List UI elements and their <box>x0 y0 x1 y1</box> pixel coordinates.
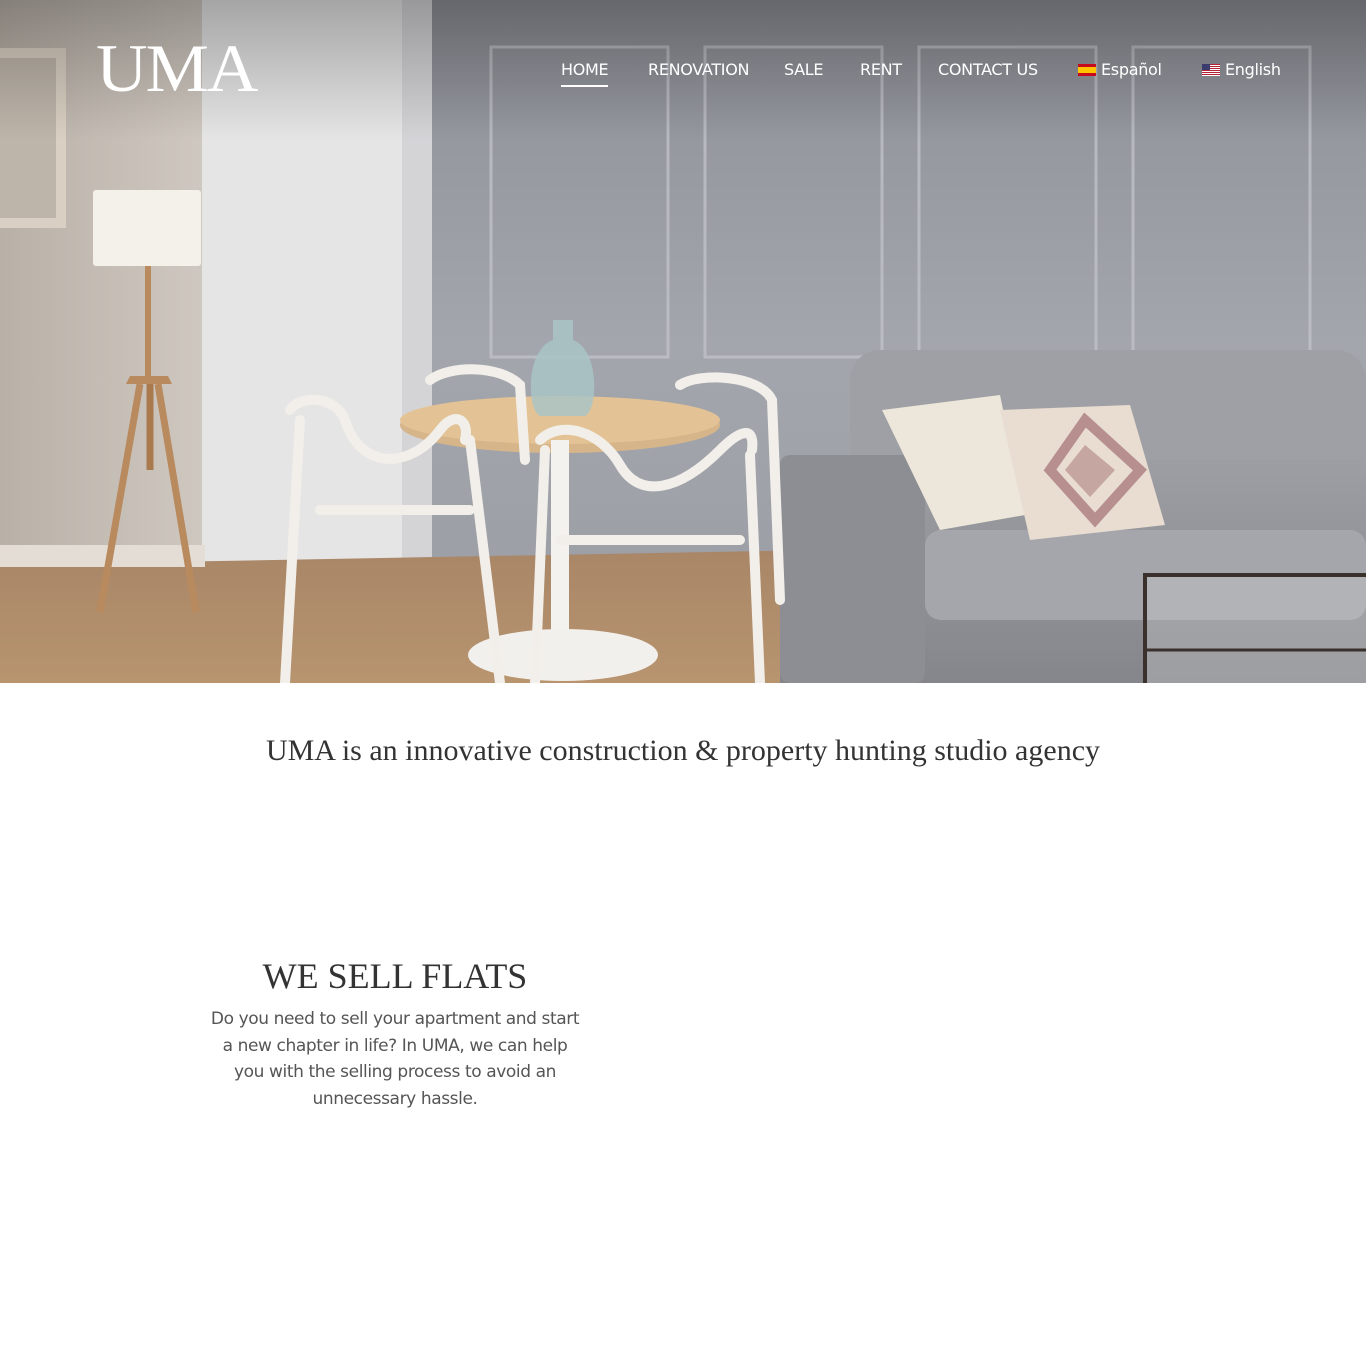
language-spanish[interactable]: Español <box>1078 60 1162 79</box>
nav-renovation[interactable]: RENOVATION <box>648 60 750 79</box>
spain-flag-icon <box>1078 64 1096 76</box>
sell-section-text: Do you need to sell your apartment and s… <box>210 1009 580 1109</box>
main-navigation: HOME RENOVATION SALE RENT CONTACT US Esp… <box>0 60 1366 90</box>
language-spanish-label: Español <box>1101 60 1162 79</box>
intro-tagline: UMA is an innovative construction & prop… <box>265 734 1101 767</box>
language-english[interactable]: English <box>1202 60 1281 79</box>
nav-contact-us[interactable]: CONTACT US <box>938 60 1038 79</box>
nav-sale[interactable]: SALE <box>784 60 824 79</box>
hero-banner: UMA HOME RENOVATION SALE RENT CONTACT US… <box>0 0 1366 683</box>
nav-rent[interactable]: RENT <box>860 60 902 79</box>
nav-home[interactable]: HOME <box>561 60 609 87</box>
sell-section-heading: WE SELL FLATS <box>262 956 528 996</box>
us-flag-icon <box>1202 64 1220 76</box>
language-english-label: English <box>1225 60 1281 79</box>
